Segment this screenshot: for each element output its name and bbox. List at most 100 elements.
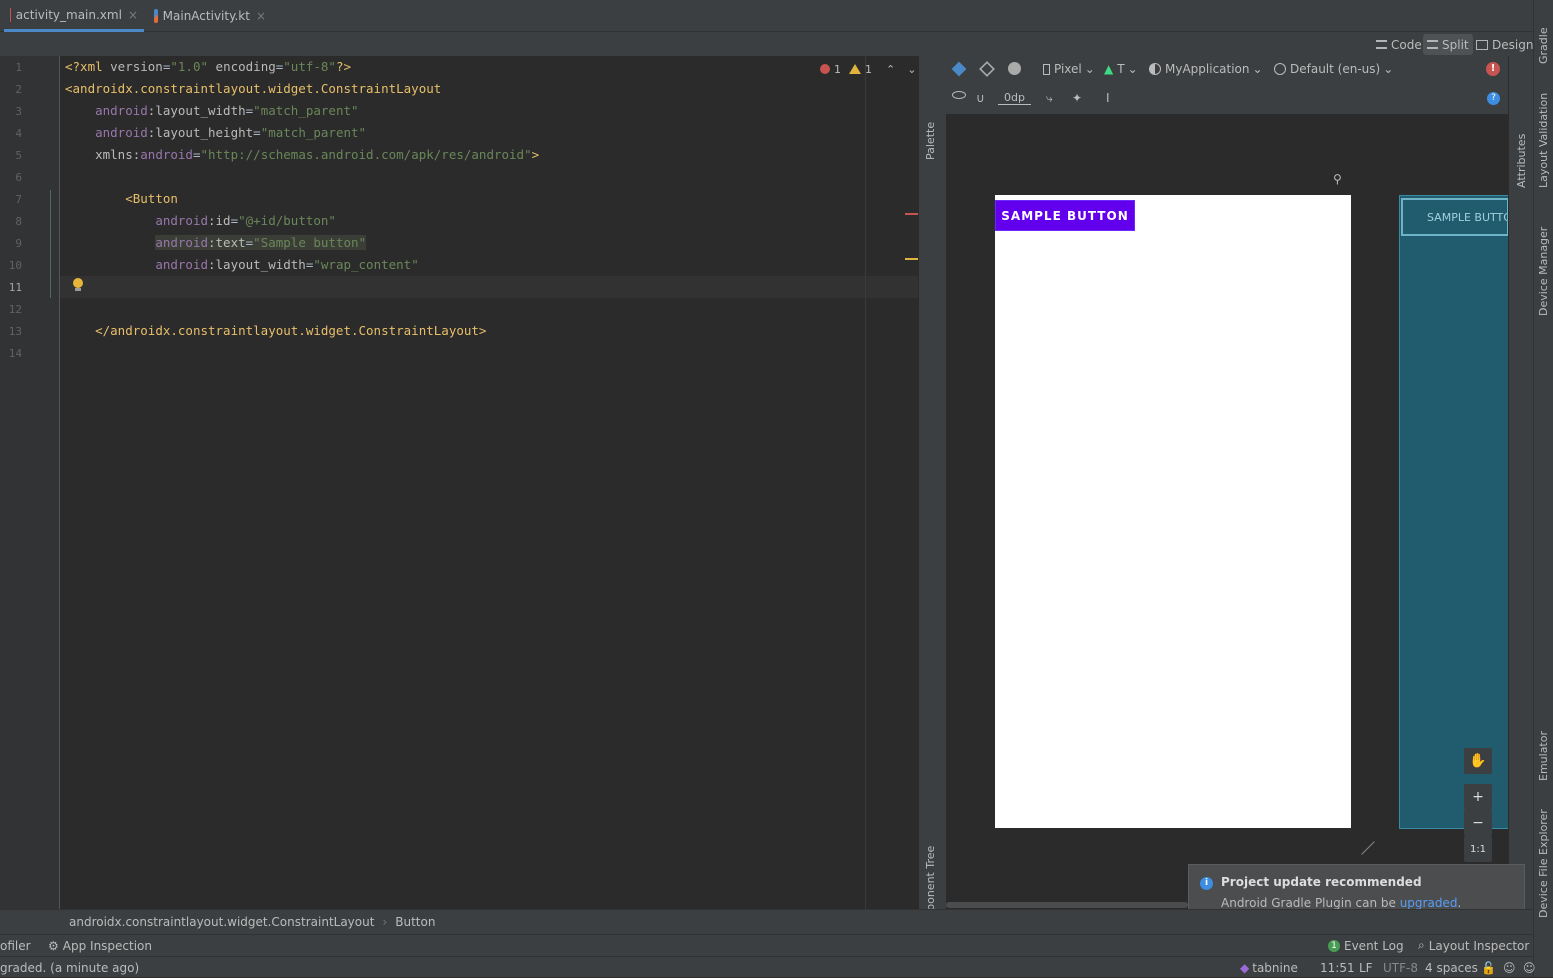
code-line: android:id="@+id/button" bbox=[65, 210, 336, 232]
breadcrumb-item-constraintlayout[interactable]: androidx.constraintlayout.widget.Constra… bbox=[69, 915, 374, 929]
upgrade-link[interactable]: upgraded bbox=[1400, 896, 1458, 910]
guidelines-icon[interactable]: Ⅰ bbox=[1106, 91, 1110, 105]
line-number: 10 bbox=[8, 259, 22, 272]
theme-selector[interactable]: MyApplication ⌄ bbox=[1149, 62, 1263, 76]
warning-stripe-mark[interactable] bbox=[905, 258, 918, 260]
code-token: "Sample button" bbox=[253, 235, 367, 250]
tabnine-widget[interactable]: ◆ tabnine bbox=[1240, 957, 1298, 978]
pan-hand-icon[interactable]: ✋ bbox=[1464, 748, 1492, 774]
code-mode-button[interactable]: Code bbox=[1372, 34, 1426, 55]
event-log-tab[interactable]: 1 Event Log bbox=[1328, 935, 1404, 956]
layout-inspector-tab[interactable]: ⌕ Layout Inspector bbox=[1418, 935, 1529, 956]
default-margin-selector[interactable]: 0dp bbox=[998, 91, 1031, 105]
line-number: 1 bbox=[15, 61, 22, 74]
zoom-in-button[interactable]: + bbox=[1464, 784, 1492, 810]
feedback-icon[interactable]: ☺ bbox=[1523, 957, 1536, 978]
code-token: android bbox=[155, 235, 208, 250]
status-message[interactable]: graded. (a minute ago) bbox=[0, 957, 139, 978]
bug-icon: ⚙ bbox=[48, 938, 59, 953]
lock-icon[interactable]: 🔓 bbox=[1481, 957, 1496, 978]
line-separator[interactable]: LF bbox=[1359, 957, 1373, 978]
line-number: 3 bbox=[15, 105, 22, 118]
attributes-tab[interactable]: Attributes bbox=[1515, 134, 1528, 188]
help-icon[interactable]: ? bbox=[1487, 92, 1500, 105]
error-stripe-mark[interactable] bbox=[905, 213, 918, 215]
split-mode-button[interactable]: Split bbox=[1423, 34, 1473, 55]
error-count: 1 bbox=[834, 62, 841, 76]
line-number: 2 bbox=[15, 83, 22, 96]
sample-button-preview[interactable]: SAMPLE BUTTON bbox=[995, 200, 1135, 231]
code-line: android:layout_height="match_parent" bbox=[65, 122, 366, 144]
smiley-icon[interactable]: ☺ bbox=[1503, 957, 1516, 978]
code-token: = bbox=[253, 125, 261, 140]
eye-icon[interactable] bbox=[952, 91, 966, 99]
magnet-off-icon[interactable]: ∪ bbox=[976, 91, 985, 105]
night-mode-icon[interactable] bbox=[1008, 62, 1021, 75]
close-icon[interactable]: × bbox=[256, 9, 266, 23]
error-icon bbox=[820, 64, 830, 74]
code-token: android bbox=[95, 103, 148, 118]
error-indicator-icon[interactable]: ! bbox=[1486, 62, 1500, 76]
margin-label: 0dp bbox=[1004, 91, 1025, 104]
inspection-widget[interactable]: 1 1 ⌃ ⌄ bbox=[820, 60, 916, 78]
event-count-badge: 1 bbox=[1328, 939, 1340, 952]
code-editor[interactable]: <?xml version="1.0" encoding="utf-8"?> <a… bbox=[60, 56, 918, 909]
device-preview-screen[interactable] bbox=[995, 195, 1351, 828]
api-label: T bbox=[1117, 62, 1125, 76]
line-number: 12 bbox=[8, 303, 22, 316]
blueprint-preview[interactable] bbox=[1399, 195, 1509, 829]
tab-activity-main[interactable]: activity_main.xml × bbox=[4, 0, 144, 32]
zoom-out-button[interactable]: − bbox=[1464, 810, 1492, 836]
chevron-down-icon[interactable]: ⌄ bbox=[907, 63, 916, 76]
palette-tab[interactable]: Palette bbox=[924, 122, 937, 160]
infer-constraints-icon[interactable]: ✦ bbox=[1072, 91, 1082, 105]
close-icon[interactable]: × bbox=[128, 8, 138, 22]
caret-row-highlight bbox=[60, 276, 918, 298]
code-token: android bbox=[155, 257, 208, 272]
design-mode-label: Design bbox=[1492, 37, 1534, 52]
code-line: <androidx.constraintlayout.widget.Constr… bbox=[65, 78, 441, 100]
line-number: 13 bbox=[8, 325, 22, 338]
locale-selector[interactable]: Default (en-us) ⌄ bbox=[1274, 62, 1393, 76]
code-token: :text bbox=[208, 235, 246, 250]
code-token: :layout_width bbox=[208, 257, 306, 272]
horizontal-scrollbar[interactable] bbox=[946, 902, 1188, 908]
breadcrumb-item-button[interactable]: Button bbox=[395, 915, 435, 929]
chevron-up-icon[interactable]: ⌃ bbox=[886, 63, 895, 76]
lightbulb-icon[interactable] bbox=[73, 278, 84, 292]
clear-constraints-icon[interactable]: ⤷ bbox=[1046, 91, 1053, 106]
api-level-selector[interactable]: ▲ T ⌄ bbox=[1104, 62, 1138, 76]
editor-tab-bar: activity_main.xml × MainActivity.kt × bbox=[0, 0, 1533, 32]
code-line: <Button bbox=[65, 188, 178, 210]
app-inspection-tab[interactable]: ⚙ App Inspection bbox=[48, 935, 152, 956]
orientation-icon[interactable] bbox=[979, 61, 995, 77]
layout-validation-tab[interactable]: Layout Validation bbox=[1537, 93, 1550, 188]
gradle-tab[interactable]: Gradle bbox=[1537, 27, 1550, 64]
indent-setting[interactable]: 4 spaces bbox=[1425, 957, 1478, 978]
view-mode-bar: Code Split Design bbox=[0, 32, 1533, 56]
line-number: 11 bbox=[8, 281, 22, 294]
blueprint-button[interactable]: SAMPLE BUTTON bbox=[1401, 198, 1509, 236]
tab-main-activity[interactable]: MainActivity.kt × bbox=[148, 0, 272, 32]
code-token: :id bbox=[208, 213, 231, 228]
file-encoding[interactable]: UTF-8 bbox=[1383, 957, 1418, 978]
event-log-label: Event Log bbox=[1344, 938, 1404, 953]
tabnine-label: tabnine bbox=[1252, 960, 1298, 975]
zoom-reset-button[interactable]: 1:1 bbox=[1464, 836, 1492, 862]
line-number: 4 bbox=[15, 127, 22, 140]
code-token: "wrap_content" bbox=[313, 257, 419, 272]
design-mode-button[interactable]: Design bbox=[1472, 34, 1537, 55]
emulator-tab[interactable]: Emulator bbox=[1537, 731, 1550, 781]
layers-icon[interactable] bbox=[951, 61, 967, 77]
caret-position[interactable]: 11:51 bbox=[1320, 957, 1355, 978]
device-manager-tab[interactable]: Device Manager bbox=[1537, 227, 1550, 316]
device-selector[interactable]: Pixel ⌄ bbox=[1043, 62, 1095, 76]
warning-icon bbox=[849, 64, 861, 74]
device-file-explorer-tab[interactable]: Device File Explorer bbox=[1537, 809, 1550, 918]
profiler-tab[interactable]: ofiler bbox=[0, 935, 31, 956]
code-token: = bbox=[230, 213, 239, 228]
split-view-icon bbox=[1427, 40, 1438, 49]
wrench-icon[interactable]: ⚲ bbox=[1333, 172, 1342, 186]
breadcrumb: androidx.constraintlayout.widget.Constra… bbox=[0, 909, 1533, 934]
